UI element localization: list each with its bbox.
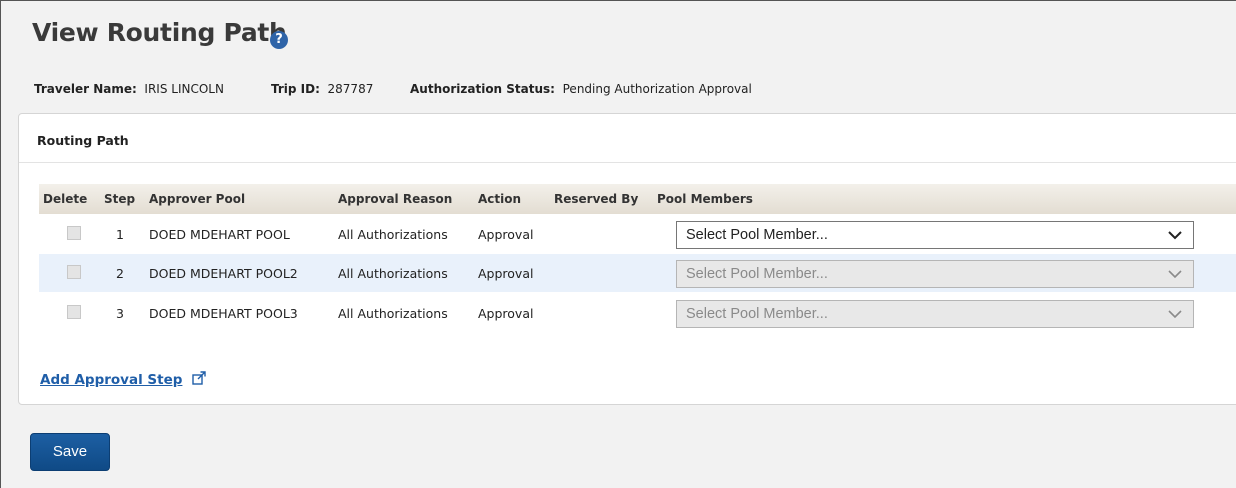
header-pool-members: Pool Members [657,192,753,206]
approver-pool: DOED MDEHART POOL3 [149,306,298,321]
action: Approval [478,227,534,242]
panel-title: Routing Path [37,133,129,148]
table-header: Delete Step Approver Pool Approval Reaso… [39,184,1236,214]
step-number: 2 [116,266,124,281]
chevron-down-icon [1168,231,1182,240]
delete-checkbox[interactable] [67,265,81,279]
pool-member-select-value: Select Pool Member... [686,227,828,243]
pool-member-select[interactable]: Select Pool Member... [676,300,1194,328]
approval-reason: All Authorizations [338,266,448,281]
table-row: 2 DOED MDEHART POOL2 All Authorizations … [39,254,1236,292]
pool-member-select[interactable]: Select Pool Member... [676,260,1194,288]
approval-reason: All Authorizations [338,227,448,242]
save-button[interactable]: Save [30,433,110,471]
trip-id-value: 287787 [327,82,374,96]
pool-member-select[interactable]: Select Pool Member... [676,221,1194,249]
header-reserved-by: Reserved By [554,192,639,206]
panel-header: Routing Path [19,114,1236,163]
page-title: View Routing Path [32,18,287,47]
action: Approval [478,306,534,321]
traveler-name-value: IRIS LINCOLN [144,82,224,96]
header-approver-pool: Approver Pool [149,192,246,206]
pool-member-select-value: Select Pool Member... [686,306,828,322]
delete-checkbox[interactable] [67,305,81,319]
table-row: 1 DOED MDEHART POOL All Authorizations A… [39,215,1236,253]
header-action: Action [478,192,522,206]
routing-path-panel: Routing Path Delete Step Approver Pool A… [18,113,1236,405]
header-step: Step [104,192,136,206]
trip-id: Trip ID: 287787 [271,82,373,96]
trip-id-label: Trip ID: [271,82,320,96]
external-link-icon[interactable] [192,371,206,385]
chevron-down-icon [1168,270,1182,279]
authorization-status: Authorization Status: Pending Authorizat… [410,82,752,96]
table-row: 3 DOED MDEHART POOL3 All Authorizations … [39,294,1236,332]
approval-reason: All Authorizations [338,306,448,321]
approver-pool: DOED MDEHART POOL [149,227,290,242]
traveler-name: Traveler Name: IRIS LINCOLN [34,82,224,96]
authorization-status-value: Pending Authorization Approval [562,82,752,96]
delete-checkbox[interactable] [67,226,81,240]
traveler-name-label: Traveler Name: [34,82,137,96]
add-approval-step-link[interactable]: Add Approval Step [40,372,182,388]
step-number: 3 [116,306,124,321]
question-circle-icon[interactable]: ? [270,31,288,49]
approver-pool: DOED MDEHART POOL2 [149,266,298,281]
header-approval-reason: Approval Reason [338,192,453,206]
chevron-down-icon [1168,310,1182,319]
authorization-status-label: Authorization Status: [410,82,555,96]
action: Approval [478,266,534,281]
header-delete: Delete [43,192,88,206]
pool-member-select-value: Select Pool Member... [686,266,828,282]
step-number: 1 [116,227,124,242]
